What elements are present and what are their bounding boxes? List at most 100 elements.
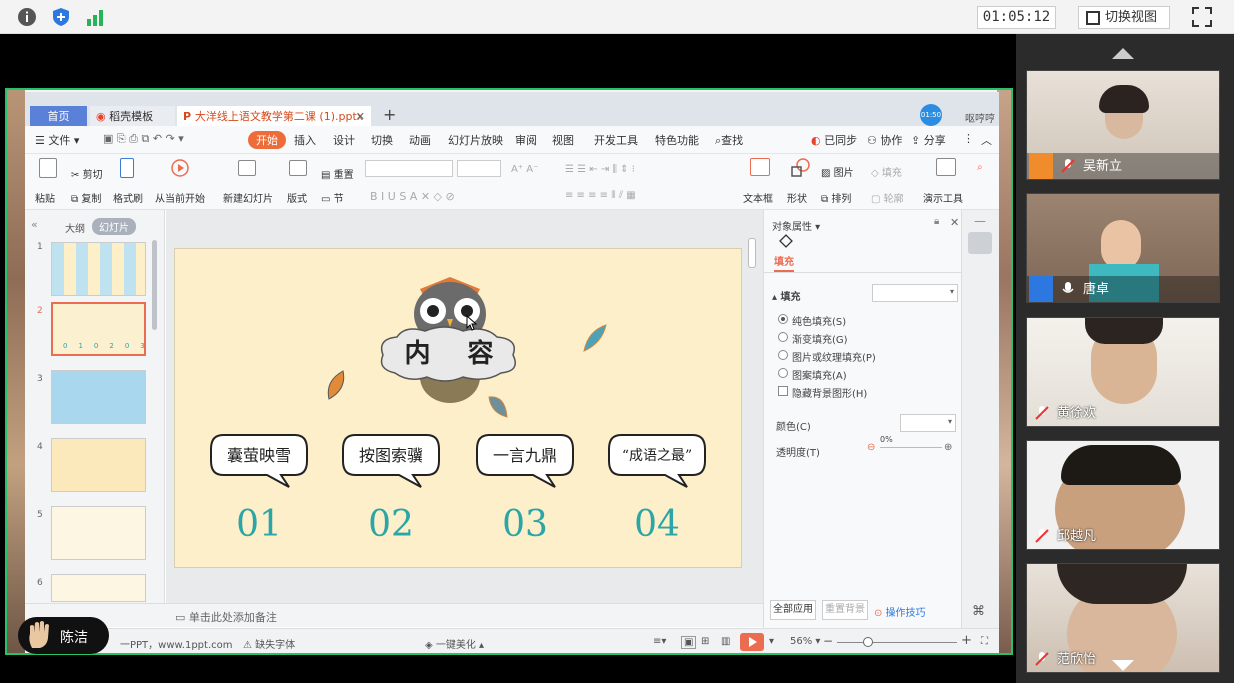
menu-design[interactable]: 设计	[333, 132, 355, 148]
participant-tile-4[interactable]: 邱越凡	[1026, 440, 1220, 550]
picture-button[interactable]: ▨ 图片	[821, 164, 854, 179]
new-slide-icon[interactable]	[238, 160, 256, 176]
font-grow-shrink-icons[interactable]: A⁺ A⁻	[511, 164, 538, 175]
zoom-slider[interactable]	[837, 642, 957, 643]
transparency-decrease-icon[interactable]: ⊖	[867, 442, 875, 453]
beautify-button[interactable]: ◈ 一键美化 ▴	[425, 636, 484, 651]
solid-fill-radio[interactable]	[778, 314, 788, 324]
menu-developer[interactable]: 开发工具	[594, 132, 638, 148]
switch-view-button[interactable]: 切换视图	[1078, 6, 1170, 29]
zoom-level[interactable]: 56% ▾	[790, 636, 820, 647]
props-header[interactable]: 对象属性 ▾	[772, 218, 820, 233]
hide-bg-checkbox[interactable]	[778, 386, 788, 396]
arrange-button[interactable]: ⧉ 排列	[821, 190, 851, 205]
copy-button[interactable]: ⧉ 复制	[71, 190, 101, 205]
thumbnail-scrollbar[interactable]	[152, 240, 157, 330]
missing-font-button[interactable]: ⚠ 缺失字体	[243, 636, 295, 651]
scroll-up-arrow-icon[interactable]	[1112, 48, 1134, 59]
format-painter-button[interactable]: 格式刷	[113, 190, 143, 205]
outline-button[interactable]: ▢ 轮廓	[871, 190, 904, 205]
slides-tab[interactable]: 幻灯片	[92, 218, 136, 235]
close-pane-icon[interactable]: ✕	[950, 216, 959, 229]
menu-share[interactable]: ⇪ 分享	[911, 132, 946, 148]
tips-link[interactable]: ⊙ 操作技巧	[874, 604, 926, 619]
list-format-icons[interactable]: ☰ ☰ ⇤ ⇥ ⫼ ⇕ ⁝	[565, 164, 635, 175]
properties-toggle-icon[interactable]	[968, 232, 992, 254]
menu-review[interactable]: 审阅	[515, 132, 537, 148]
security-shield-icon[interactable]	[51, 7, 71, 27]
from-current-button[interactable]: 从当前开始	[155, 190, 205, 205]
zoom-out-icon[interactable]: −	[823, 634, 833, 648]
presentation-tool-icon[interactable]	[936, 158, 956, 176]
menu-transition[interactable]: 切换	[371, 132, 393, 148]
new-tab-icon[interactable]: +	[383, 105, 396, 124]
participant-tile-2[interactable]: 唐卓	[1026, 193, 1220, 303]
reading-view-icon[interactable]: ▥	[721, 636, 730, 647]
notes-bar[interactable]: ▭ 单击此处添加备注	[25, 603, 763, 627]
close-tab-icon[interactable]: ✕	[356, 106, 365, 128]
collapse-ribbon-icon[interactable]: ︿	[981, 132, 992, 148]
reset-button[interactable]: ▤ 重置	[321, 166, 354, 181]
textbox-icon[interactable]	[750, 158, 770, 176]
tab-document[interactable]: P 大洋线上语文教学第二课 (1).pptx ✕	[177, 106, 371, 128]
cut-button[interactable]: ✂ 剪切	[71, 166, 103, 181]
tab-home[interactable]: 首页	[30, 106, 87, 128]
color-picker-dropdown[interactable]	[900, 414, 956, 432]
ribbon-search-icon[interactable]: ⌕	[977, 162, 983, 173]
paste-button[interactable]: 粘贴	[35, 190, 55, 205]
layout-button[interactable]: 版式	[287, 190, 307, 205]
outline-tab[interactable]: 大纲	[65, 220, 85, 235]
edit-area-scrollbar[interactable]	[748, 238, 756, 268]
info-icon[interactable]	[17, 7, 37, 27]
participant-tile-1[interactable]: 吴新立	[1026, 70, 1220, 180]
menu-insert[interactable]: 插入	[294, 132, 316, 148]
rail-grid-icon[interactable]: ⌘	[972, 604, 985, 619]
rail-minimize-icon[interactable]: —	[974, 214, 986, 228]
quick-access-icons[interactable]: ▣ ⎘ ⎙ ⧉ ↶ ↷ ▾	[103, 132, 184, 146]
scroll-down-arrow-icon[interactable]	[1112, 660, 1134, 671]
transparency-increase-icon[interactable]: ⊕	[944, 442, 952, 453]
font-size-select[interactable]	[457, 160, 501, 177]
notes-toggle-icon[interactable]: ≡▾	[653, 636, 666, 647]
paste-icon[interactable]	[39, 158, 57, 178]
apply-all-button[interactable]: 全部应用	[770, 600, 816, 620]
menu-special[interactable]: 特色功能	[655, 132, 699, 148]
slideshow-play-button[interactable]	[740, 633, 764, 651]
picture-fill-radio[interactable]	[778, 350, 788, 360]
pin-pane-icon[interactable]: 🔒︎	[934, 216, 939, 227]
fill-type-dropdown[interactable]	[872, 284, 958, 302]
signal-strength-icon[interactable]	[85, 7, 105, 27]
user-avatar[interactable]: 01:50	[920, 104, 942, 126]
fill-button[interactable]: ◇ 填充	[871, 164, 902, 179]
font-name-select[interactable]	[365, 160, 453, 177]
menu-sync[interactable]: ◐ 已同步	[811, 132, 857, 148]
format-painter-icon[interactable]	[120, 158, 134, 178]
menu-file[interactable]: ☰ 文件 ▾	[35, 132, 79, 148]
fit-window-icon[interactable]: ⛶	[981, 636, 988, 647]
menu-animation[interactable]: 动画	[409, 132, 431, 148]
fullscreen-icon[interactable]	[1191, 6, 1213, 28]
slide-thumb-6[interactable]	[51, 574, 146, 602]
current-slide[interactable]: 内 容 囊萤映雪 按图索骥 一言九鼎 “成语之最” 01 02 03 04	[174, 248, 742, 568]
play-from-current-icon[interactable]	[170, 158, 190, 178]
reset-background-button[interactable]: 重置背景	[822, 600, 868, 620]
notes-placeholder[interactable]: ▭ 单击此处添加备注	[175, 609, 277, 625]
layout-icon[interactable]	[289, 160, 307, 176]
alignment-icons[interactable]: ≡ ≡ ≡ ≡ ⫴ ⫽ ▦	[565, 190, 636, 201]
menu-start[interactable]: 开始	[248, 131, 286, 149]
participant-tile-3[interactable]: 黄徐欢	[1026, 317, 1220, 427]
slide-sorter-icon[interactable]: ⊞	[701, 636, 709, 647]
presentation-tool-button[interactable]: 演示工具	[923, 190, 963, 205]
zoom-in-icon[interactable]: +	[961, 633, 972, 648]
menu-slideshow[interactable]: 幻灯片放映	[448, 132, 503, 148]
play-dropdown-icon[interactable]: ▾	[769, 636, 774, 647]
new-slide-button[interactable]: 新建幻灯片	[223, 190, 273, 205]
normal-view-icon[interactable]: ▣	[681, 636, 697, 649]
raised-hand-indicator[interactable]: 陈洁	[18, 617, 109, 654]
menu-view[interactable]: 视图	[552, 132, 574, 148]
text-format-icons[interactable]: B I U S A ✕ ◇ ⊘	[370, 190, 455, 203]
slide-thumb-1[interactable]	[51, 242, 146, 296]
menu-find[interactable]: ⌕查找	[715, 132, 743, 148]
shapes-icon[interactable]	[790, 158, 810, 178]
transparency-slider[interactable]	[880, 447, 942, 448]
